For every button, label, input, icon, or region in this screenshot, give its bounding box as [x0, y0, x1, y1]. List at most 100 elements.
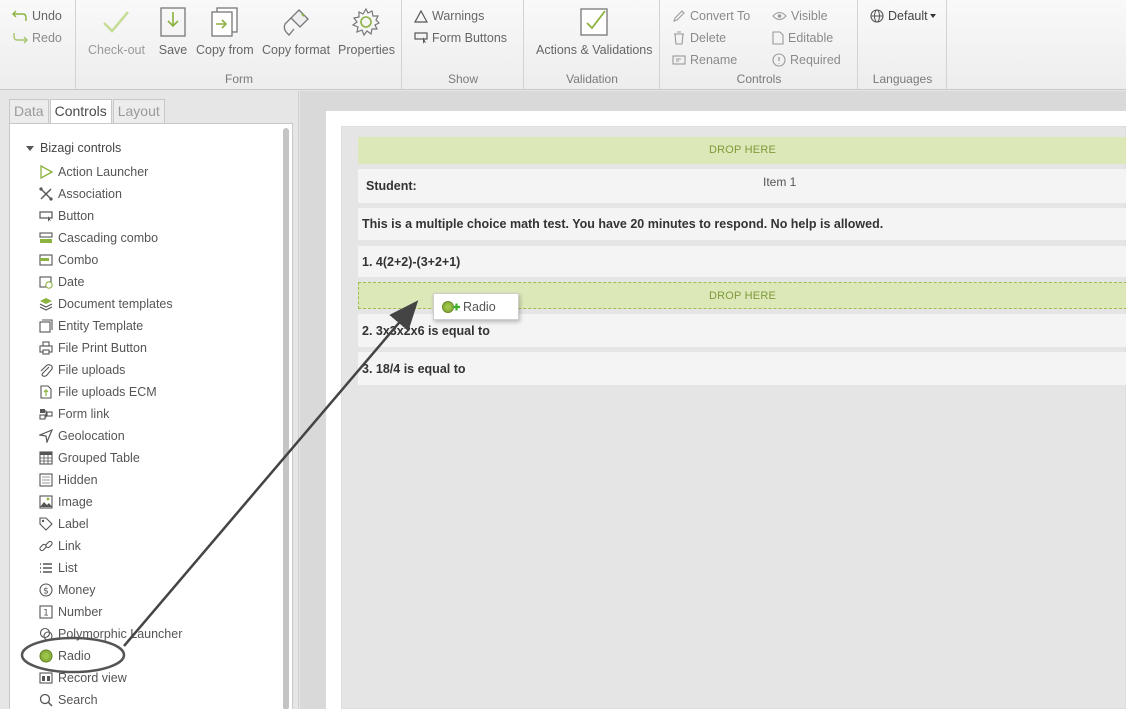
tree-item-entity-template[interactable]: Entity Template: [38, 317, 143, 335]
form-designer-canvas: DROP HERE Student: Item 1 This is a mult…: [300, 91, 1126, 709]
tab-layout[interactable]: Layout: [112, 99, 165, 123]
caret-down-icon: [929, 14, 936, 18]
tree-item-document-templates[interactable]: Document templates: [38, 295, 173, 313]
tree-item-label: Link: [58, 539, 81, 553]
redo-button[interactable]: Redo: [12, 29, 62, 47]
tree-item-file-print-button[interactable]: File Print Button: [38, 339, 147, 357]
tree-item-label: Image: [58, 495, 93, 509]
tree-root-bizagi-controls[interactable]: Bizagi controls: [26, 141, 121, 155]
properties-button[interactable]: Properties: [338, 6, 395, 57]
hidden-icon: [38, 473, 53, 488]
tree-item-label: Date: [58, 275, 85, 289]
tree-item-label: Action Launcher: [58, 165, 149, 179]
form-link-icon: [38, 407, 53, 422]
language-dropdown[interactable]: Default: [870, 7, 936, 25]
redo-label: Redo: [32, 31, 62, 45]
convert-to-button[interactable]: Convert To: [672, 7, 750, 25]
form-buttons-button[interactable]: Form Buttons: [414, 29, 507, 47]
drop-zone-top[interactable]: DROP HERE: [358, 137, 1126, 164]
tree-item-label[interactable]: Label: [38, 515, 89, 533]
undo-icon: [12, 9, 28, 23]
controls-group: Convert To Delete Rename Visible Editabl…: [661, 0, 858, 89]
grouped-table-icon: [38, 451, 53, 466]
editable-toggle[interactable]: Editable: [772, 29, 833, 47]
tree-item-hidden[interactable]: Hidden: [38, 471, 98, 489]
copy-from-button[interactable]: Copy from: [196, 6, 254, 57]
tree-item-list[interactable]: List: [38, 559, 77, 577]
warnings-button[interactable]: Warnings: [414, 7, 484, 25]
tree-item-label: List: [58, 561, 78, 575]
tree-item-association[interactable]: Association: [38, 185, 122, 203]
gear-icon: [350, 6, 382, 38]
drag-ghost-radio[interactable]: Radio: [433, 293, 519, 320]
required-toggle[interactable]: Required: [772, 51, 841, 69]
number-icon: 1: [38, 605, 53, 620]
show-group-label: Show: [447, 72, 479, 86]
intro-text-row[interactable]: This is a multiple choice math test. You…: [358, 208, 1126, 240]
tree-item-file-uploads-ecm[interactable]: File uploads ECM: [38, 383, 157, 401]
tree-item-file-uploads[interactable]: File uploads: [38, 361, 125, 379]
save-button[interactable]: Save: [157, 6, 189, 57]
radio-icon: [38, 649, 53, 664]
copy-format-button[interactable]: Copy format: [262, 6, 330, 57]
date-icon: [38, 275, 53, 290]
visible-toggle[interactable]: Visible: [772, 7, 828, 25]
form-group-label: Form: [225, 72, 253, 86]
undo-button[interactable]: Undo: [12, 7, 62, 25]
student-row[interactable]: Student: Item 1: [358, 169, 1126, 203]
form-buttons-icon: [414, 32, 428, 44]
check-out-label: Check-out: [88, 43, 145, 57]
tree-item-radio[interactable]: Radio: [38, 647, 91, 665]
tree-scrollbar[interactable]: [283, 128, 289, 709]
question-3-row[interactable]: 3. 18/4 is equal to: [358, 352, 1126, 385]
tab-data[interactable]: Data: [9, 99, 49, 123]
convert-to-label: Convert To: [690, 9, 751, 23]
question-1-label: 1. 4(2+2)-(3+2+1): [362, 254, 461, 269]
tree-item-label: Geolocation: [58, 429, 125, 443]
tab-controls[interactable]: Controls: [49, 99, 112, 124]
tree-item-polymorphic-launcher[interactable]: Polymorphic Launcher: [38, 625, 182, 643]
tree-item-link[interactable]: Link: [38, 537, 81, 555]
tree-item-search[interactable]: Search: [38, 691, 98, 709]
required-label: Required: [790, 53, 841, 67]
tree-item-geolocation[interactable]: Geolocation: [38, 427, 125, 445]
tree-item-form-link[interactable]: Form link: [38, 405, 109, 423]
tree-item-money[interactable]: $ Money: [38, 581, 96, 599]
tree-item-grouped-table[interactable]: Grouped Table: [38, 449, 140, 467]
delete-button[interactable]: Delete: [672, 29, 726, 47]
tree-item-label: Document templates: [58, 297, 173, 311]
controls-group-label: Controls: [736, 72, 782, 86]
file-print-button-icon: [38, 341, 53, 356]
action-launcher-icon: [38, 165, 53, 180]
tree-item-number[interactable]: 1 Number: [38, 603, 102, 621]
pencil-icon: [672, 9, 686, 23]
tree-item-record-view[interactable]: Record view: [38, 669, 127, 687]
rename-button[interactable]: Rename: [672, 51, 737, 69]
form-buttons-label: Form Buttons: [432, 31, 508, 45]
search-icon: [38, 693, 53, 708]
entity-template-icon: [38, 319, 53, 334]
rename-label: Rename: [690, 53, 738, 67]
tree-item-button[interactable]: Button: [38, 207, 94, 225]
image-icon: [38, 495, 53, 510]
actions-validations-label: Actions & Validations: [536, 43, 653, 57]
paint-brush-icon: [280, 6, 312, 38]
checkmark-icon: [100, 6, 132, 38]
question-1-row[interactable]: 1. 4(2+2)-(3+2+1): [358, 246, 1126, 277]
radio-add-icon: [441, 299, 461, 315]
tree-item-image[interactable]: Image: [38, 493, 93, 511]
show-group: Warnings Form Buttons Show: [403, 0, 524, 89]
tree-item-cascading-combo[interactable]: Cascading combo: [38, 229, 158, 247]
student-label: Student:: [366, 179, 417, 193]
tree-item-date[interactable]: Date: [38, 273, 84, 291]
intro-text: This is a multiple choice math test. You…: [362, 217, 884, 231]
tree-item-action-launcher[interactable]: Action Launcher: [38, 163, 148, 181]
expand-caret-icon[interactable]: [26, 145, 34, 151]
check-out-button[interactable]: Check-out: [88, 6, 145, 57]
actions-validations-button[interactable]: Actions & Validations: [536, 6, 653, 57]
tree-item-label: Entity Template: [58, 319, 144, 333]
globe-icon: [870, 9, 884, 23]
languages-group-label: Languages: [872, 72, 933, 86]
tree-item-combo[interactable]: Combo: [38, 251, 98, 269]
validation-group: Actions & Validations Validation: [525, 0, 660, 89]
